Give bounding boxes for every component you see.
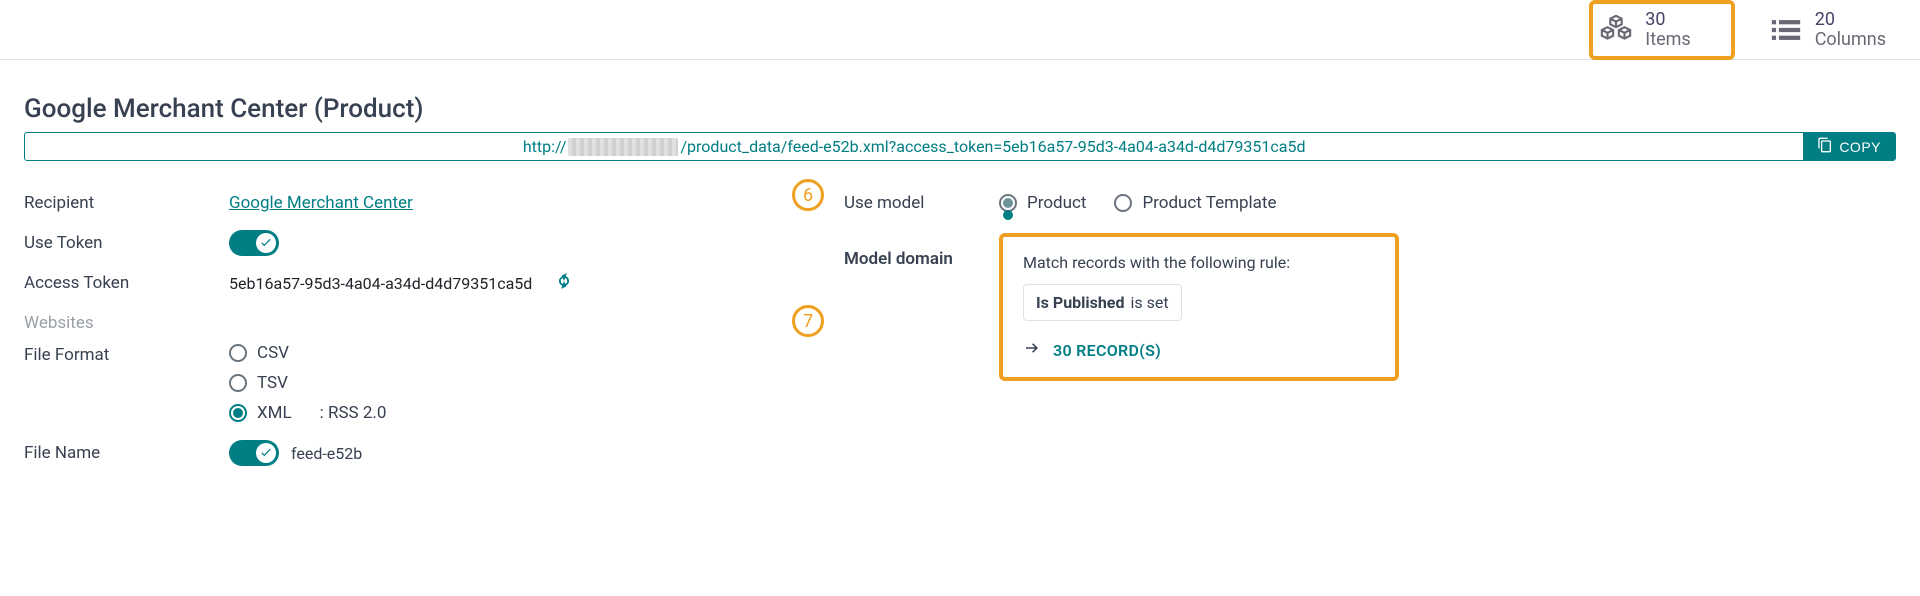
radio-icon <box>229 344 247 362</box>
use-model-label: Use model <box>844 193 999 213</box>
items-label: Items <box>1645 30 1690 50</box>
file-format-options: CSV TSV XML : RSS 2.0 <box>229 343 386 423</box>
toggle-knob <box>256 443 276 463</box>
use-token-label: Use Token <box>24 233 229 253</box>
use-model-product-template-label: Product Template <box>1142 193 1276 213</box>
use-model-options: Product Product Template <box>999 193 1277 213</box>
radio-icon <box>229 374 247 392</box>
records-count: 30 RECORD(S) <box>1053 341 1161 360</box>
radio-icon-selected <box>229 404 247 422</box>
callout-6: 6 <box>792 179 824 211</box>
top-bar: 30 Items 20 Columns <box>0 0 1920 60</box>
url-path[interactable]: /product_data/feed-e52b.xml?access_token… <box>680 137 1305 156</box>
use-token-toggle[interactable] <box>229 230 279 256</box>
file-format-csv-label: CSV <box>257 343 289 363</box>
use-model-product-template[interactable]: Product Template <box>1114 193 1276 213</box>
recipient-value[interactable]: Google Merchant Center <box>229 193 413 213</box>
toggle-knob <box>256 233 276 253</box>
refresh-icon[interactable] <box>554 271 574 295</box>
records-link[interactable]: 30 RECORD(S) <box>1023 339 1375 361</box>
domain-rule[interactable]: Is Published is set <box>1023 284 1182 321</box>
items-stat[interactable]: 30 Items <box>1589 0 1734 60</box>
columns-label: Columns <box>1815 30 1886 50</box>
feed-url[interactable]: http:// /product_data/feed-e52b.xml?acce… <box>25 133 1803 160</box>
columns-stat[interactable]: 20 Columns <box>1763 4 1896 56</box>
items-count: 30 <box>1645 10 1690 30</box>
columns-count: 20 <box>1815 10 1886 30</box>
file-format-xml-label: XML <box>257 403 292 423</box>
row-model-domain: Model domain 7 Match records with the fo… <box>844 233 1896 381</box>
feed-url-row: http:// /product_data/feed-e52b.xml?acce… <box>24 132 1896 161</box>
check-icon <box>259 444 273 463</box>
row-websites: Websites <box>24 303 784 343</box>
websites-label: Websites <box>24 313 229 333</box>
row-file-format: File Format CSV TSV XML : RSS 2.0 <box>24 343 784 423</box>
model-domain-label: Model domain <box>844 233 999 269</box>
file-format-label: File Format <box>24 343 229 365</box>
arrow-right-icon <box>1023 339 1041 361</box>
row-use-token: Use Token <box>24 223 784 263</box>
use-model-product[interactable]: Product <box>999 193 1086 213</box>
file-name-toggle[interactable] <box>229 440 279 466</box>
file-format-tsv[interactable]: TSV <box>229 373 386 393</box>
url-proto: http:// <box>523 137 567 156</box>
file-format-csv[interactable]: CSV <box>229 343 386 363</box>
file-format-tsv-label: TSV <box>257 373 288 393</box>
columns-text: 20 Columns <box>1815 10 1886 50</box>
row-recipient: Recipient Google Merchant Center <box>24 183 784 223</box>
domain-rule-op: is set <box>1130 293 1168 312</box>
page-title: Google Merchant Center (Product) <box>24 94 1896 124</box>
list-icon <box>1769 13 1803 47</box>
access-token-label: Access Token <box>24 273 229 293</box>
domain-rule-field: Is Published <box>1036 293 1124 312</box>
items-text: 30 Items <box>1645 10 1690 50</box>
url-host-blurred <box>568 138 678 156</box>
model-domain-intro: Match records with the following rule: <box>1023 253 1375 272</box>
recipient-label: Recipient <box>24 193 229 213</box>
row-use-model: Use model 6 Product Product Template <box>844 183 1896 223</box>
radio-icon <box>1114 194 1132 212</box>
left-column: Recipient Google Merchant Center Use Tok… <box>24 183 784 473</box>
copy-label: COPY <box>1839 139 1881 155</box>
access-token-value: 5eb16a57-95d3-4a04-a34d-d4d79351ca5d <box>229 274 532 293</box>
row-file-name: File Name feed-e52b <box>24 433 784 473</box>
xml-rss-suffix: : RSS 2.0 <box>320 403 387 423</box>
callout-7: 7 <box>792 305 824 337</box>
file-name-label: File Name <box>24 443 229 463</box>
copy-button[interactable]: COPY <box>1803 133 1895 160</box>
row-access-token: Access Token 5eb16a57-95d3-4a04-a34d-d4d… <box>24 263 784 303</box>
boxes-icon <box>1599 13 1633 47</box>
file-name-value: feed-e52b <box>291 444 362 463</box>
file-format-xml[interactable]: XML : RSS 2.0 <box>229 403 386 423</box>
check-icon <box>259 234 273 253</box>
use-model-product-label: Product <box>1027 193 1086 213</box>
right-column: Use model 6 Product Product Template Mod… <box>844 183 1896 381</box>
copy-icon <box>1817 137 1833 156</box>
model-domain-box: Match records with the following rule: I… <box>999 233 1399 381</box>
